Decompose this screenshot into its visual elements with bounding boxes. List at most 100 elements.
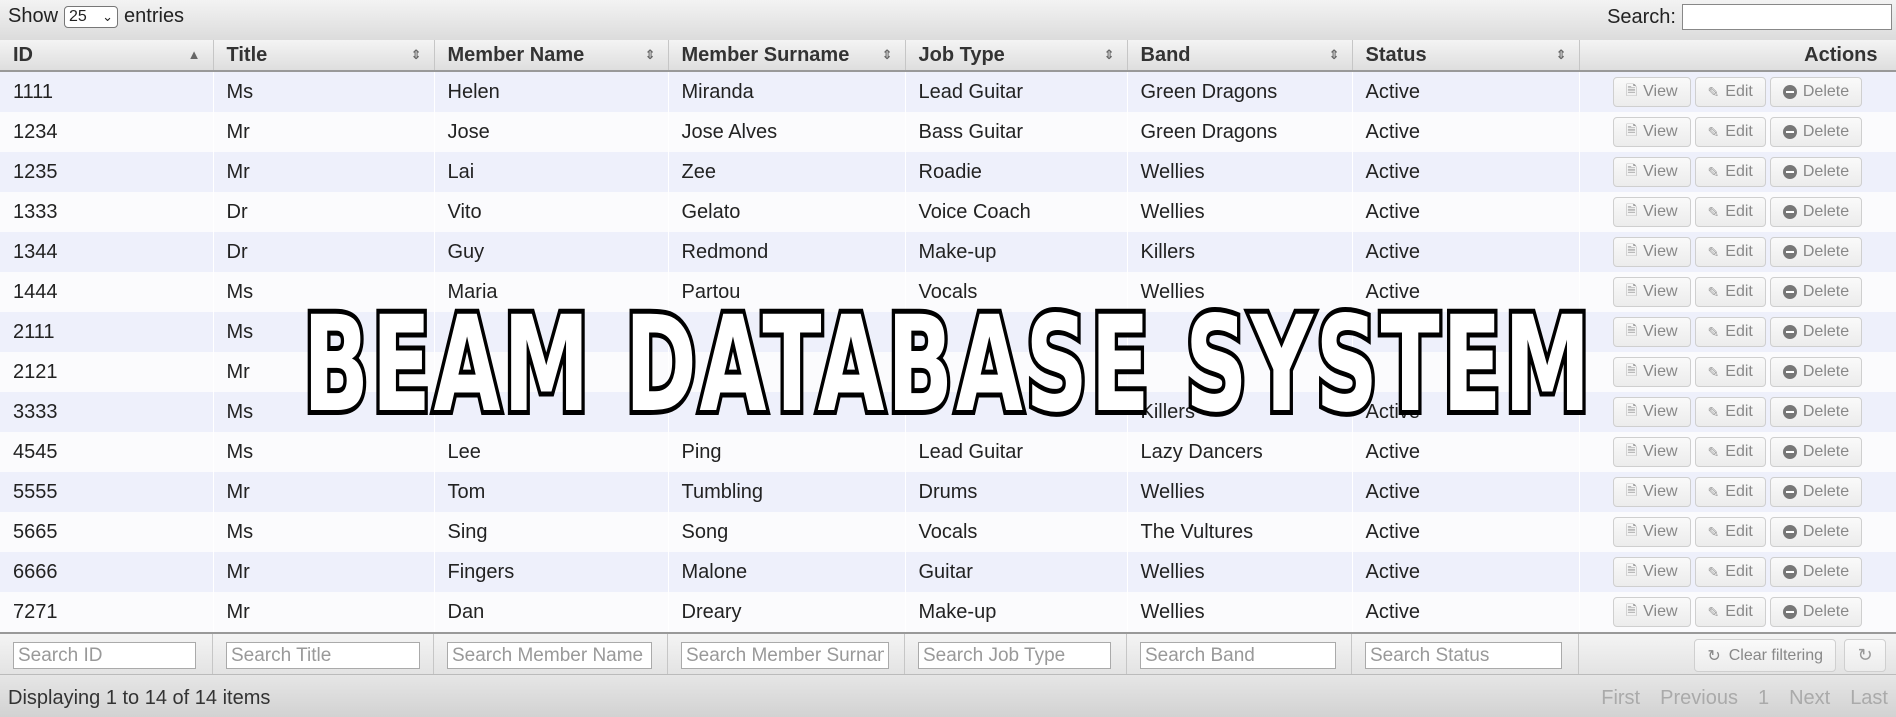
edit-button[interactable]: ✎ Edit — [1694, 477, 1766, 507]
cell-member-surname — [668, 312, 905, 352]
edit-button[interactable]: ✎ Edit — [1694, 117, 1766, 147]
first-page-link[interactable]: First — [1601, 687, 1640, 710]
edit-button[interactable]: ✎ Edit — [1694, 77, 1766, 107]
column-header-status[interactable]: Status ⇕ — [1352, 40, 1580, 72]
delete-button[interactable]: Delete — [1769, 197, 1863, 227]
last-page-link[interactable]: Last — [1850, 687, 1888, 710]
refresh-button[interactable]: ↻ — [1844, 639, 1886, 672]
pagination-info: Displaying 1 to 14 of 14 items — [8, 687, 271, 709]
cell-status: Active — [1352, 192, 1579, 232]
delete-button[interactable]: Delete — [1769, 77, 1863, 107]
delete-button[interactable]: Delete — [1769, 117, 1863, 147]
filter-status-input[interactable] — [1365, 642, 1562, 669]
edit-button[interactable]: ✎ Edit — [1694, 197, 1766, 227]
delete-button[interactable]: Delete — [1769, 437, 1863, 467]
column-header-job-type[interactable]: Job Type ⇕ — [905, 40, 1128, 72]
delete-button[interactable]: Delete — [1769, 317, 1863, 347]
column-header-id[interactable]: ID ▲ — [0, 40, 214, 72]
row-actions: 🗎 View ✎ Edit Delete — [1579, 272, 1896, 312]
filter-id-input[interactable] — [13, 642, 196, 669]
delete-button[interactable]: Delete — [1769, 397, 1863, 427]
view-button[interactable]: 🗎 View — [1612, 157, 1691, 187]
minus-circle-icon — [1782, 485, 1797, 499]
cell-status: Active — [1352, 112, 1579, 152]
filter-cell — [905, 634, 1127, 676]
view-button[interactable]: 🗎 View — [1612, 197, 1691, 227]
cell-id: 5555 — [0, 472, 213, 512]
edit-button[interactable]: ✎ Edit — [1694, 557, 1766, 587]
view-button[interactable]: 🗎 View — [1612, 237, 1691, 267]
edit-button[interactable]: ✎ Edit — [1694, 237, 1766, 267]
edit-button[interactable]: ✎ Edit — [1694, 317, 1766, 347]
view-button[interactable]: 🗎 View — [1612, 517, 1691, 547]
cell-member-name: Dan — [434, 592, 668, 632]
cell-member-surname: Jose Alves — [668, 112, 905, 152]
view-button[interactable]: 🗎 View — [1612, 477, 1691, 507]
cell-member-surname: Partou — [668, 272, 905, 312]
delete-button[interactable]: Delete — [1769, 277, 1863, 307]
edit-button[interactable]: ✎ Edit — [1694, 277, 1766, 307]
edit-button[interactable]: ✎ Edit — [1694, 397, 1766, 427]
edit-label: Edit — [1725, 123, 1753, 140]
filter-job-type-input[interactable] — [918, 642, 1111, 669]
sort-icon: ⇕ — [410, 47, 422, 62]
filter-member-surname-input[interactable] — [681, 642, 889, 669]
document-icon: 🗎 — [1625, 242, 1638, 258]
view-button[interactable]: 🗎 View — [1612, 597, 1691, 627]
minus-circle-icon — [1782, 85, 1797, 99]
delete-button[interactable]: Delete — [1769, 357, 1863, 387]
edit-button[interactable]: ✎ Edit — [1694, 597, 1766, 627]
cell-title: Mr — [213, 552, 434, 592]
pencil-icon: ✎ — [1707, 123, 1720, 140]
cell-title: Mr — [213, 152, 434, 192]
cell-status: Active — [1352, 232, 1579, 272]
sort-icon: ⇕ — [1328, 47, 1340, 62]
pencil-icon: ✎ — [1707, 603, 1720, 620]
edit-button[interactable]: ✎ Edit — [1694, 437, 1766, 467]
view-button[interactable]: 🗎 View — [1612, 557, 1691, 587]
view-button[interactable]: 🗎 View — [1612, 357, 1691, 387]
cell-job-type: Make-up — [905, 232, 1127, 272]
view-button[interactable]: 🗎 View — [1612, 77, 1691, 107]
view-button[interactable]: 🗎 View — [1612, 277, 1691, 307]
delete-button[interactable]: Delete — [1769, 597, 1863, 627]
column-header-title[interactable]: Title ⇕ — [213, 40, 435, 72]
cell-band: Killers — [1127, 392, 1352, 432]
cell-status — [1352, 352, 1579, 392]
previous-page-link[interactable]: Previous — [1660, 687, 1738, 710]
view-label: View — [1643, 123, 1678, 140]
view-button[interactable]: 🗎 View — [1612, 317, 1691, 347]
column-header-member-name[interactable]: Member Name ⇕ — [434, 40, 669, 72]
filter-cell — [434, 634, 668, 676]
filter-band-input[interactable] — [1140, 642, 1336, 669]
edit-button[interactable]: ✎ Edit — [1694, 157, 1766, 187]
cell-band: Lazy Dancers — [1127, 432, 1352, 472]
page-size-value: 25 — [69, 7, 87, 25]
column-header-member-surname[interactable]: Member Surname ⇕ — [668, 40, 906, 72]
cell-id: 1344 — [0, 232, 213, 272]
filter-member-name-input[interactable] — [447, 642, 652, 669]
edit-button[interactable]: ✎ Edit — [1694, 517, 1766, 547]
view-label: View — [1643, 83, 1678, 100]
next-page-link[interactable]: Next — [1789, 687, 1830, 710]
delete-button[interactable]: Delete — [1769, 557, 1863, 587]
page-1-link[interactable]: 1 — [1758, 687, 1769, 710]
column-header-band[interactable]: Band ⇕ — [1127, 40, 1353, 72]
delete-button[interactable]: Delete — [1769, 477, 1863, 507]
delete-label: Delete — [1802, 443, 1850, 460]
view-button[interactable]: 🗎 View — [1612, 117, 1691, 147]
view-label: View — [1643, 163, 1678, 180]
clear-filtering-button[interactable]: ↻ Clear filtering — [1694, 639, 1836, 672]
delete-button[interactable]: Delete — [1769, 157, 1863, 187]
delete-button[interactable]: Delete — [1769, 237, 1863, 267]
search-input[interactable] — [1682, 4, 1892, 30]
cell-member-name: Fingers — [434, 552, 668, 592]
view-button[interactable]: 🗎 View — [1612, 437, 1691, 467]
delete-label: Delete — [1802, 483, 1850, 500]
delete-button[interactable]: Delete — [1769, 517, 1863, 547]
edit-button[interactable]: ✎ Edit — [1694, 357, 1766, 387]
row-actions: 🗎 View ✎ Edit Delete — [1579, 352, 1896, 392]
filter-title-input[interactable] — [226, 642, 420, 669]
page-size-select[interactable]: 25 ⌄ — [64, 5, 119, 28]
view-button[interactable]: 🗎 View — [1612, 397, 1691, 427]
